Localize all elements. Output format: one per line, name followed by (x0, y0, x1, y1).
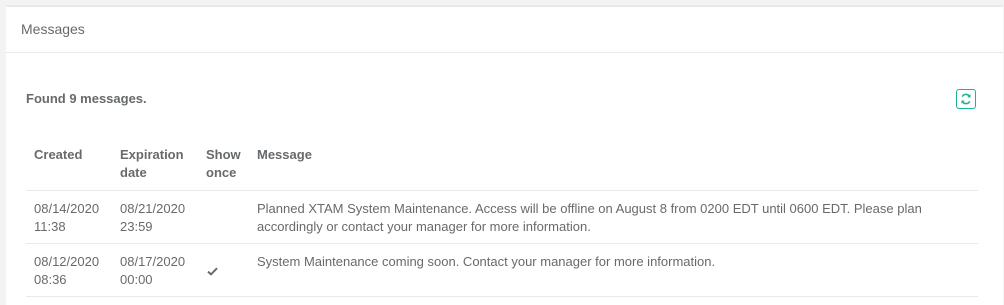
found-count-text: Found 9 messages. (26, 91, 147, 106)
refresh-button[interactable] (956, 89, 976, 109)
table-row[interactable]: 08/14/2020 11:38 08/21/2020 23:59 Planned … (26, 190, 978, 244)
column-header-show-once[interactable]: Show once (198, 140, 249, 191)
checkmark-icon (207, 263, 218, 281)
show-once-cell (198, 190, 249, 244)
panel-title: Messages (21, 20, 85, 37)
message-cell: System Maintenance coming soon. Contact … (249, 243, 978, 297)
column-header-message[interactable]: Message (249, 140, 978, 191)
refresh-icon (960, 93, 972, 105)
messages-panel: Messages Found 9 messages. Created Expir… (6, 5, 1003, 305)
messages-table: Created Expiration date Show once Message … (26, 140, 978, 297)
show-once-cell (198, 243, 249, 297)
table-row[interactable]: 08/12/2020 08:36 08/17/2020 00:00 System M… (26, 243, 978, 297)
panel-header: Messages (6, 7, 1003, 53)
expiration-cell: 08/17/2020 00:00 (112, 243, 198, 297)
table-header-row: Created Expiration date Show once Message (26, 140, 978, 191)
column-header-expiration-date[interactable]: Expiration date (112, 140, 198, 191)
column-header-created[interactable]: Created (26, 140, 112, 191)
created-cell: 08/14/2020 11:38 (26, 190, 112, 244)
created-cell: 08/12/2020 08:36 (26, 243, 112, 297)
expiration-cell: 08/21/2020 23:59 (112, 190, 198, 244)
message-cell: Planned XTAM System Maintenance. Access … (249, 190, 978, 244)
